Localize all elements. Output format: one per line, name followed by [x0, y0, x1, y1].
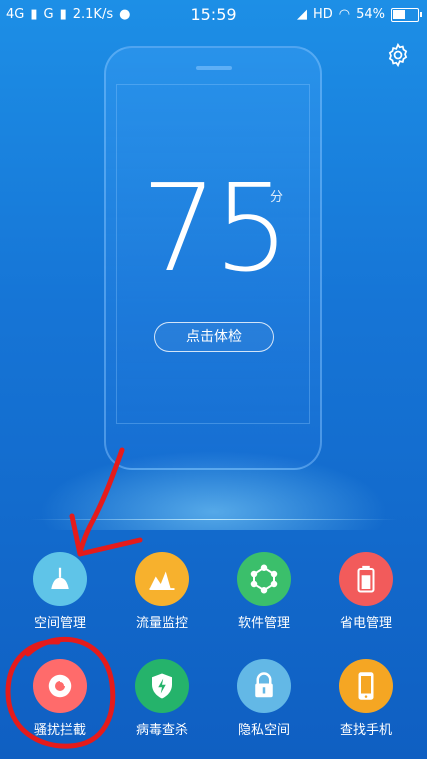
tile-label: 病毒查杀 [135, 723, 188, 738]
broom-icon [33, 552, 87, 606]
hexagon-nodes-icon [237, 552, 291, 606]
glow [10, 440, 417, 530]
hd-badge: HD [312, 7, 333, 22]
tile-software-management[interactable]: 软件管理 [219, 552, 309, 631]
check-button[interactable]: 点击体检 [154, 322, 274, 352]
battery-level [393, 9, 405, 19]
tile-traffic-monitor[interactable]: 流量监控 [117, 552, 207, 631]
phone-speaker [196, 66, 232, 70]
mute-icon: ◢ [296, 7, 307, 22]
data-chart-icon [135, 552, 189, 606]
lock-icon [237, 659, 291, 713]
tile-space-management[interactable]: 空间管理 [15, 552, 105, 631]
phone-icon [339, 659, 393, 713]
tile-harassment-block[interactable]: 骚扰拦截 [15, 659, 105, 738]
battery-icon [391, 7, 422, 22]
tile-label: 隐私空间 [237, 723, 290, 738]
tile-label: 流量监控 [135, 616, 188, 631]
tile-label: 查找手机 [339, 723, 392, 738]
block-icon [33, 659, 87, 713]
status-bar: 4G ▮ G ▮ 2.1K/s ● 15:59 ◢ HD ◠ 54% [0, 0, 427, 30]
horizon-line [30, 519, 397, 520]
battery-icon [339, 552, 393, 606]
shield-bolt-icon [135, 659, 189, 713]
battery-percent: 54% [356, 7, 385, 22]
wifi-icon: ◠ [338, 7, 351, 22]
score-value: 75 [141, 160, 290, 299]
tile-label: 空间管理 [33, 616, 86, 631]
tile-private-space[interactable]: 隐私空间 [219, 659, 309, 738]
tile-virus-scan[interactable]: 病毒查杀 [117, 659, 207, 738]
tile-find-phone[interactable]: 查找手机 [321, 659, 411, 738]
tile-label: 骚扰拦截 [33, 723, 86, 738]
score-unit: 分 [270, 190, 284, 205]
tile-label: 软件管理 [237, 616, 290, 631]
tile-power-saving[interactable]: 省电管理 [321, 552, 411, 631]
tile-label: 省电管理 [339, 616, 392, 631]
gear-icon[interactable] [383, 40, 413, 70]
